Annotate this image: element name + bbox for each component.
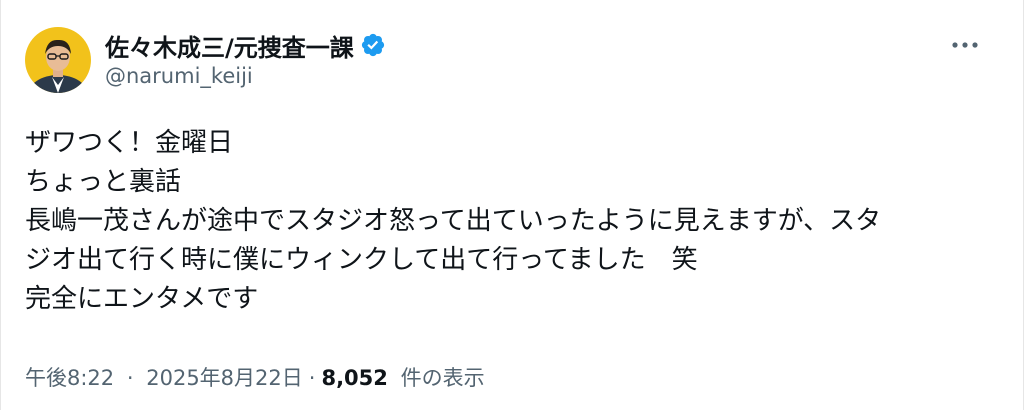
tweet-text: ザワつく！金曜日 ちょっと裏話 長嶋一茂さんが途中でスタジオ怒って出ていったよう… <box>25 124 985 319</box>
author-name-row: 佐々木成三/元捜査一課 <box>105 28 386 62</box>
verified-badge-icon[interactable] <box>360 32 386 58</box>
tweet-card: 佐々木成三/元捜査一課 @narumi_keiji ザワつく！金曜日 ちょっと裏… <box>0 0 1024 410</box>
views-count: 8,052 <box>321 366 388 390</box>
author-display-name[interactable]: 佐々木成三/元捜査一課 <box>105 28 354 63</box>
tweet-time-link[interactable]: 午後8:22 · 2025年8月22日 <box>25 362 303 392</box>
tweet-line: ジオ出て行く時に僕にウィンクして出て行ってました 笑 <box>25 245 698 275</box>
tweet-line: 長嶋一茂さんが途中でスタジオ怒って出ていったように見えますが、スタ <box>25 206 882 236</box>
views-label: 件の表示 <box>400 366 485 390</box>
tweet-date: 2025年8月22日 <box>146 366 303 390</box>
meta-separator: · <box>126 366 134 390</box>
more-options-button[interactable] <box>945 30 985 60</box>
avatar[interactable] <box>25 27 91 93</box>
avatar-image <box>25 27 91 93</box>
tweet-line: 完全にエンタメです <box>25 284 259 314</box>
tweet-line: ちょっと裏話 <box>25 167 182 197</box>
meta-separator: · <box>308 366 316 390</box>
tweet-line: ザワつく！金曜日 <box>25 128 234 158</box>
tweet-metadata: 午後8:22 · 2025年8月22日 · 8,052 件の表示 <box>25 362 485 392</box>
tweet-time: 午後8:22 <box>25 366 115 390</box>
more-dots-icon <box>952 42 978 48</box>
author-handle[interactable]: @narumi_keiji <box>105 64 253 88</box>
views-link[interactable]: 8,052 件の表示 <box>321 362 484 392</box>
